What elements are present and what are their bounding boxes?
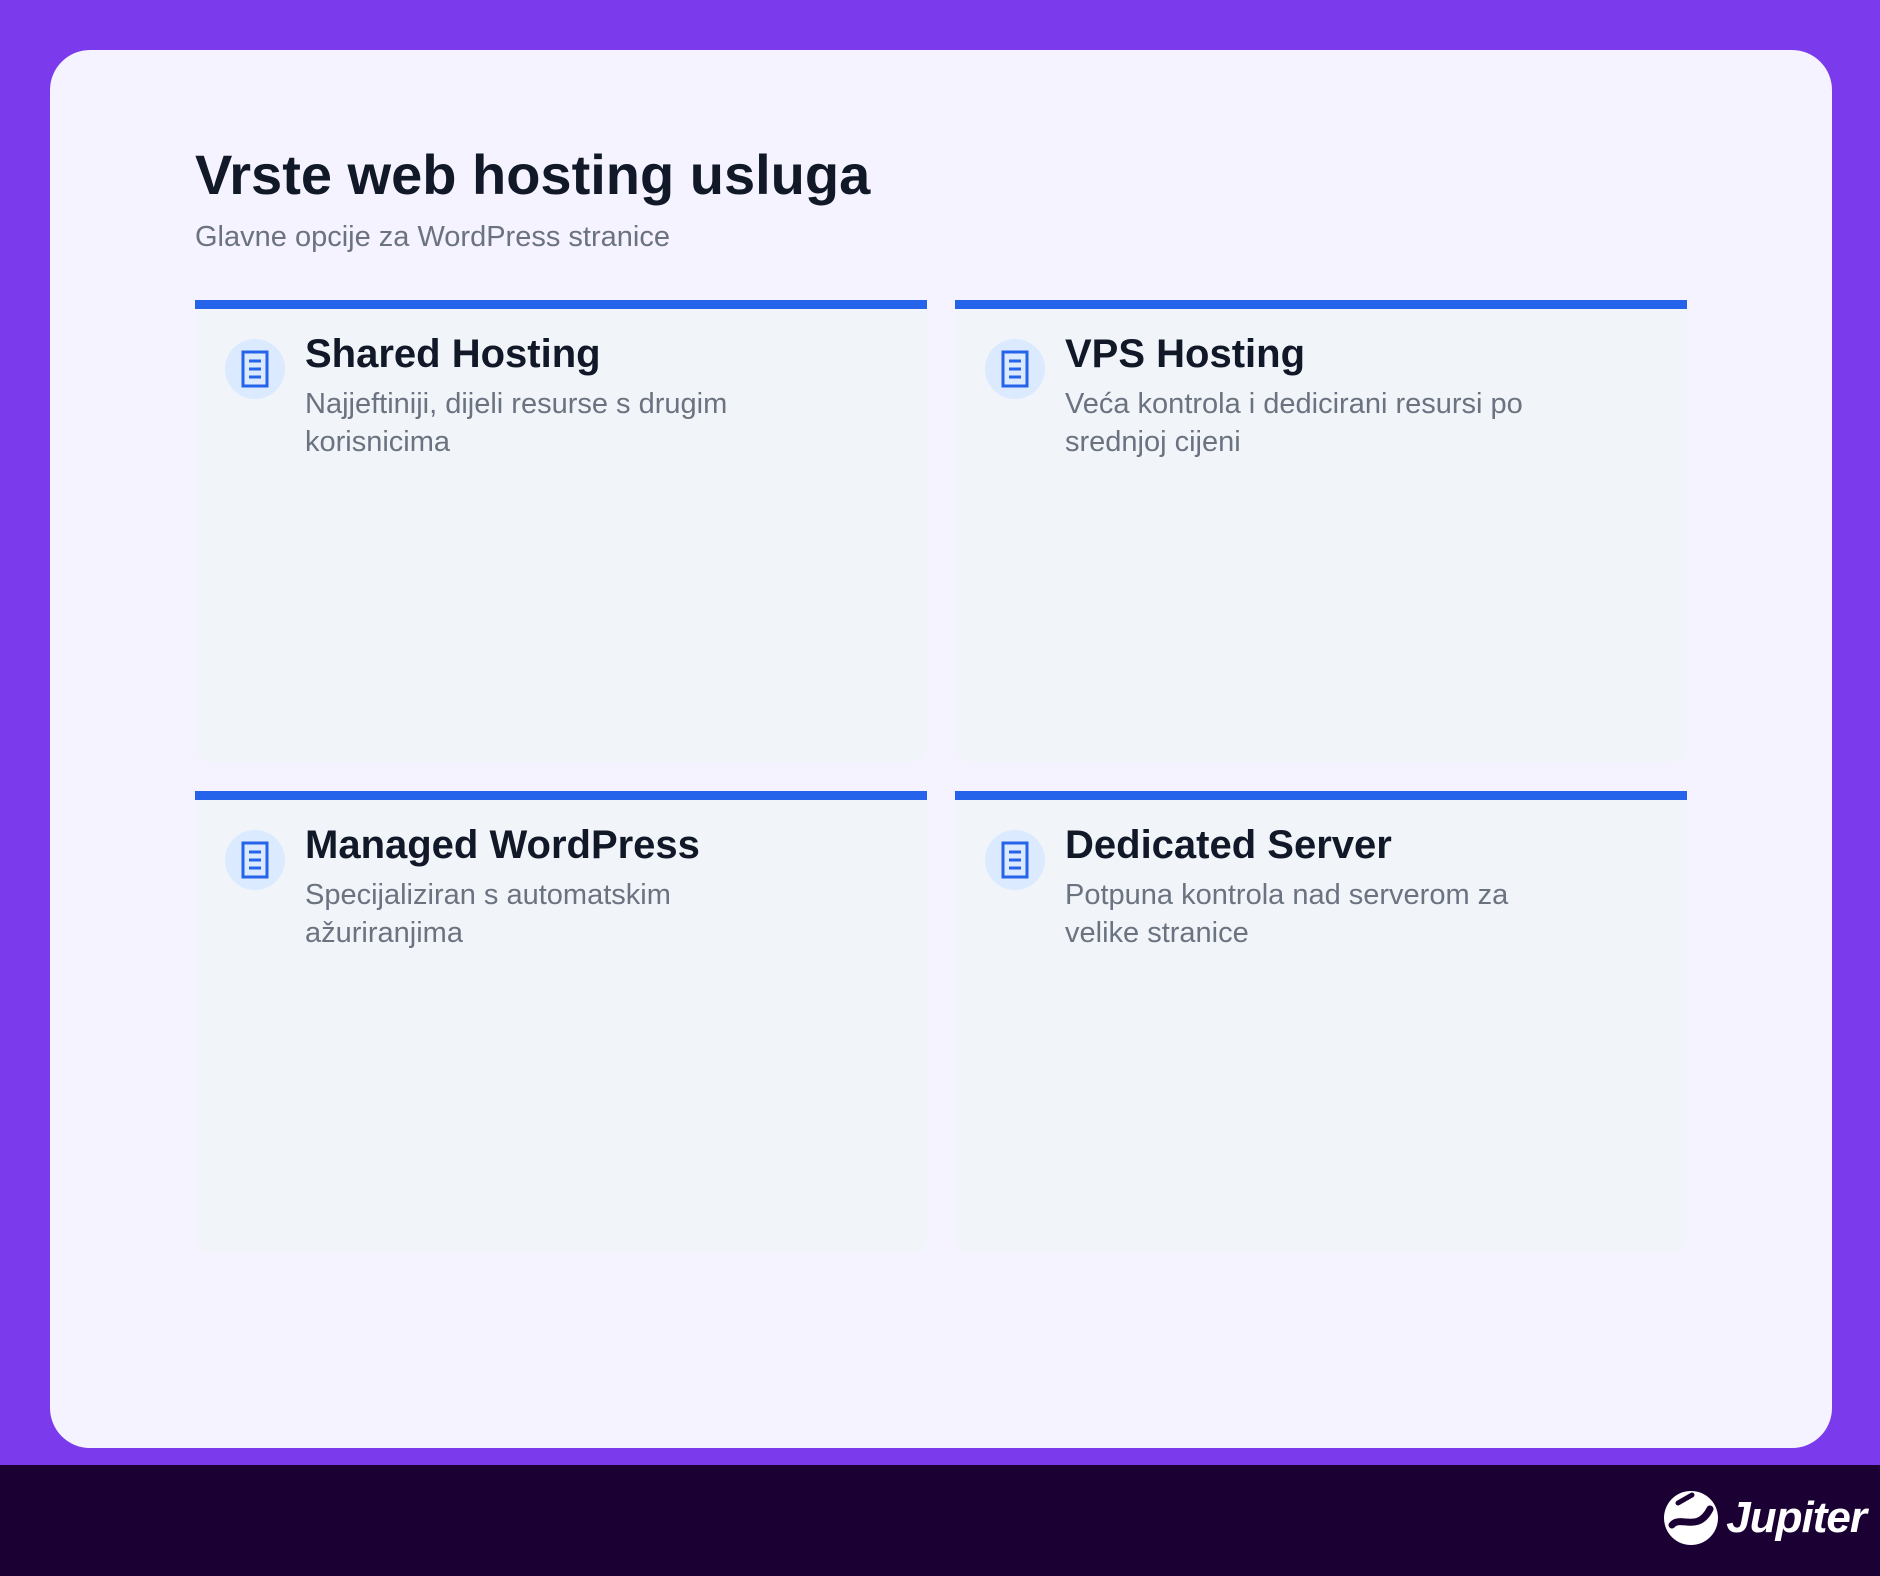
card-description: Potpuna kontrola nad serverom za velike … <box>1065 879 1509 949</box>
server-document-icon <box>225 830 285 890</box>
card-dedicated-server: Dedicated Server Potpuna kontrola nad se… <box>955 791 1687 1253</box>
page-title: Vrste web hosting usluga <box>195 143 871 206</box>
card-vps-hosting: VPS Hosting Veća kontrola i dedicirani r… <box>955 300 1687 762</box>
content-panel: Vrste web hosting usluga Glavne opcije z… <box>50 50 1832 1448</box>
card-title: VPS Hosting <box>1065 332 1306 376</box>
server-document-icon <box>985 339 1045 399</box>
server-document-icon <box>225 339 285 399</box>
footer-bar: Jupiter <box>0 1465 1880 1576</box>
card-description: Veća kontrola i dedicirani resursi po sr… <box>1065 388 1523 458</box>
card-description: Najjeftiniji, dijeli resurse s drugim ko… <box>305 388 728 458</box>
logo-text: Jupiter <box>1726 1493 1867 1542</box>
card-title: Dedicated Server <box>1065 823 1392 867</box>
card-description: Specijaliziran s automatskim ažuriranjim… <box>305 879 671 949</box>
card-title: Shared Hosting <box>305 332 601 376</box>
page-subtitle: Glavne opcije za WordPress stranice <box>195 221 670 253</box>
jupiter-logo[interactable]: Jupiter <box>1662 1489 1867 1547</box>
card-managed-wordpress: Managed WordPress Specijaliziran s autom… <box>195 791 927 1253</box>
card-shared-hosting: Shared Hosting Najjeftiniji, dijeli resu… <box>195 300 927 762</box>
jupiter-logo-icon <box>1664 1491 1719 1545</box>
server-document-icon <box>985 830 1045 890</box>
card-title: Managed WordPress <box>305 823 700 867</box>
